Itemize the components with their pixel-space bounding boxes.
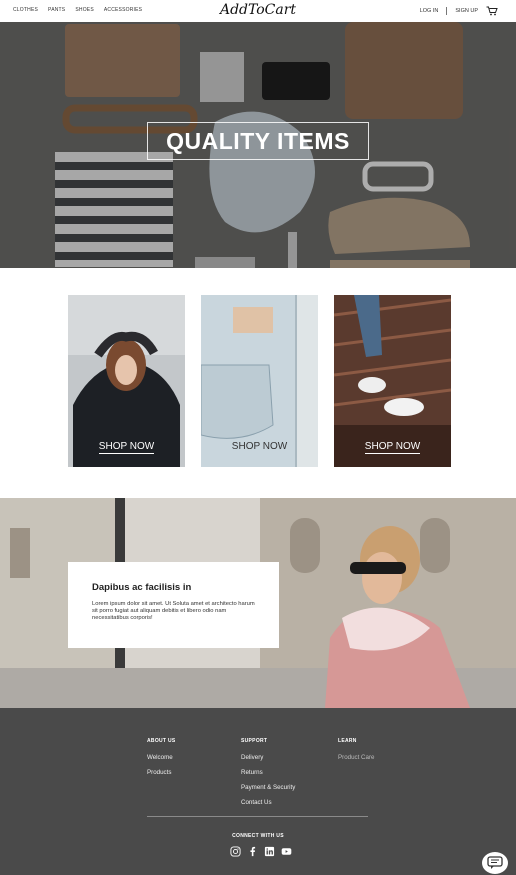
social-links <box>230 846 292 857</box>
footer-support-heading: SUPPORT <box>241 738 268 744</box>
facebook-icon[interactable] <box>247 846 258 857</box>
footer-support: SUPPORT Delivery Returns Payment & Secur… <box>241 738 295 814</box>
shop-now-label: SHOP NOW <box>231 441 288 452</box>
shop-now-label: SHOP NOW <box>364 441 421 454</box>
connect-heading: CONNECT WITH US <box>232 833 284 839</box>
footer-about: ABOUT US Welcome Products <box>147 738 176 784</box>
nav-divider <box>446 7 448 15</box>
shop-now-jacket[interactable]: SHOP NOW <box>68 441 185 454</box>
hero-title-frame: QUALITY ITEMS <box>147 122 369 160</box>
footer-link-delivery[interactable]: Delivery <box>241 754 295 761</box>
chat-widget-button[interactable] <box>482 852 508 874</box>
footer-link-products[interactable]: Products <box>147 769 176 776</box>
login-link[interactable]: LOG IN <box>420 8 439 14</box>
promo-text: Lorem ipsum dolor sit amet. Ut Soluta am… <box>92 601 255 621</box>
promo-title: Dapibus ac facilisis in <box>92 582 192 593</box>
footer-link-welcome[interactable]: Welcome <box>147 754 176 761</box>
account-nav: LOG IN SIGN UP <box>420 6 498 16</box>
cart-icon[interactable] <box>486 6 498 16</box>
hero-title: QUALITY ITEMS <box>166 127 350 154</box>
promo-card: Dapibus ac facilisis in Lorem ipsum dolo… <box>68 562 279 648</box>
shop-now-sneakers[interactable]: SHOP NOW <box>334 441 451 454</box>
shop-now-label: SHOP NOW <box>98 441 155 454</box>
footer-learn-heading: LEARN <box>338 738 357 744</box>
category-cards: SHOP NOW SHOP NOW SHOP NOW <box>0 268 516 498</box>
youtube-icon[interactable] <box>281 846 292 857</box>
instagram-icon[interactable] <box>230 846 241 857</box>
promo-banner: Dapibus ac facilisis in Lorem ipsum dolo… <box>0 498 516 708</box>
footer-link-product-care[interactable]: Product Care <box>338 754 374 761</box>
page: CLOTHES PANTS SHOES ACCESSORIES AddToCar… <box>0 0 516 875</box>
chat-icon <box>487 856 503 869</box>
footer-link-payment[interactable]: Payment & Security <box>241 784 295 791</box>
footer-link-returns[interactable]: Returns <box>241 769 295 776</box>
site-header: CLOTHES PANTS SHOES ACCESSORIES AddToCar… <box>0 0 516 22</box>
footer-learn: LEARN Product Care <box>338 738 374 769</box>
footer-link-contact[interactable]: Contact Us <box>241 799 295 806</box>
signup-link[interactable]: SIGN UP <box>455 8 478 14</box>
site-footer: ABOUT US Welcome Products SUPPORT Delive… <box>0 708 516 875</box>
footer-about-heading: ABOUT US <box>147 738 176 744</box>
shop-now-jeans[interactable]: SHOP NOW <box>201 441 318 452</box>
category-card-jeans[interactable]: SHOP NOW <box>201 295 318 467</box>
footer-divider <box>147 816 368 817</box>
hero-banner: QUALITY ITEMS <box>0 22 516 268</box>
category-card-jacket[interactable]: SHOP NOW <box>68 295 185 467</box>
category-card-sneakers[interactable]: SHOP NOW <box>334 295 451 467</box>
linkedin-icon[interactable] <box>264 846 275 857</box>
